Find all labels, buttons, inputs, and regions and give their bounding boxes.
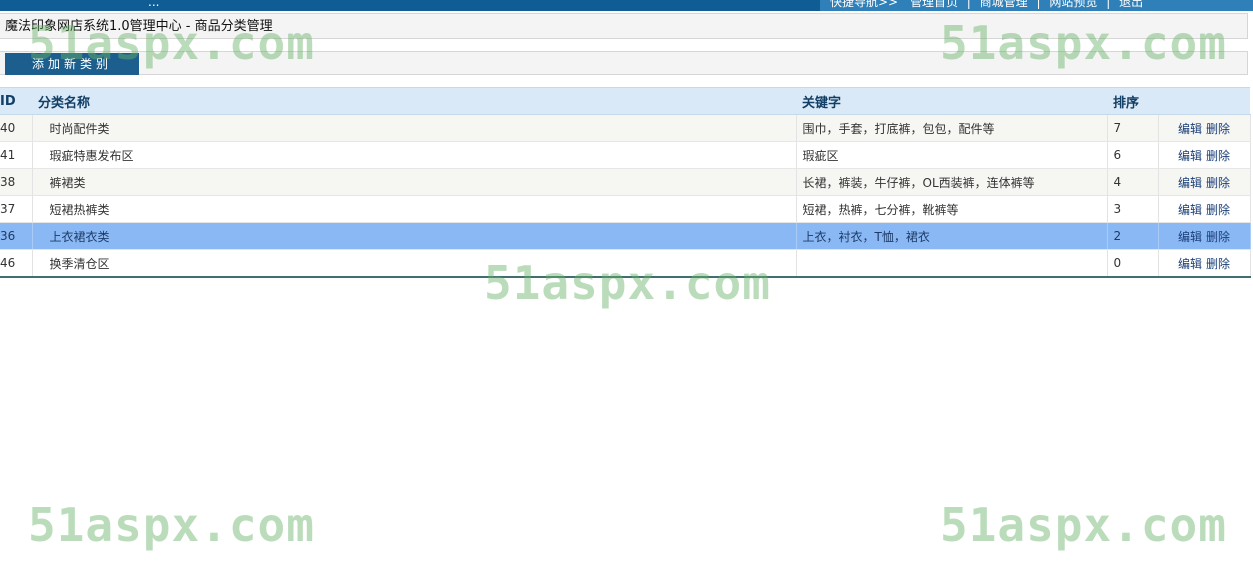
table-row[interactable]: 37 短裙热裤类 短裙，热裤，七分裤，靴裤等 3 编辑 删除 <box>0 195 1251 223</box>
table-row[interactable]: 38 裤裙类 长裙，裤装，牛仔裤，OL西装裤，连体裤等 4 编辑 删除 <box>0 168 1251 196</box>
delete-link[interactable]: 删除 <box>1206 176 1230 190</box>
cell-keywords: 长裙，裤装，牛仔裤，OL西装裤，连体裤等 <box>796 168 1108 196</box>
cell-id: 41 <box>0 141 33 169</box>
cell-sort: 7 <box>1107 114 1159 142</box>
table-row[interactable]: 41 瑕疵特惠发布区 瑕疵区 6 编辑 删除 <box>0 141 1251 169</box>
top-banner: ... 快捷导航>> 管理首页 | 商城管理 | 网站预览 | 退出 <box>0 0 1253 11</box>
delete-link[interactable]: 删除 <box>1206 257 1230 271</box>
cell-name: 短裙热裤类 <box>32 195 797 223</box>
edit-link[interactable]: 编辑 <box>1178 257 1202 271</box>
delete-link[interactable]: 删除 <box>1206 122 1230 136</box>
cell-actions: 编辑 删除 <box>1158 249 1251 278</box>
cell-actions: 编辑 删除 <box>1158 222 1251 250</box>
cell-id: 40 <box>0 114 33 142</box>
cell-keywords: 上衣，衬衣，T恤，裙衣 <box>796 222 1108 250</box>
nav-separator: | <box>966 0 971 9</box>
cell-keywords: 短裙，热裤，七分裤，靴裤等 <box>796 195 1108 223</box>
edit-link[interactable]: 编辑 <box>1178 230 1202 244</box>
column-header-actions <box>1158 87 1250 115</box>
action-bar: 添加新类别 <box>0 51 1248 75</box>
cell-name: 裤裙类 <box>32 168 797 196</box>
cell-id: 37 <box>0 195 33 223</box>
cell-name: 换季清仓区 <box>32 249 797 278</box>
delete-link[interactable]: 删除 <box>1206 149 1230 163</box>
delete-link[interactable]: 删除 <box>1206 203 1230 217</box>
cell-sort: 2 <box>1107 222 1159 250</box>
cell-sort: 4 <box>1107 168 1159 196</box>
banner-text: ... <box>148 0 160 9</box>
page-title: 魔法印象网店系统1.0管理中心 - 商品分类管理 <box>0 13 1248 39</box>
cell-actions: 编辑 删除 <box>1158 114 1251 142</box>
table-row[interactable]: 40 时尚配件类 围巾，手套，打底裤，包包，配件等 7 编辑 删除 <box>0 114 1251 142</box>
cell-sort: 0 <box>1107 249 1159 278</box>
nav-link-shop-admin[interactable]: 商城管理 <box>980 0 1028 9</box>
column-header-name: 分类名称 <box>32 87 796 115</box>
cell-actions: 编辑 删除 <box>1158 141 1251 169</box>
cell-name: 瑕疵特惠发布区 <box>32 141 797 169</box>
table-row-selected[interactable]: 36 上衣裙衣类 上衣，衬衣，T恤，裙衣 2 编辑 删除 <box>0 222 1251 250</box>
edit-link[interactable]: 编辑 <box>1178 149 1202 163</box>
edit-link[interactable]: 编辑 <box>1178 122 1202 136</box>
nav-link-site-preview[interactable]: 网站预览 <box>1049 0 1097 9</box>
cell-sort: 3 <box>1107 195 1159 223</box>
cell-id: 46 <box>0 249 33 278</box>
column-header-keywords: 关键字 <box>796 87 1107 115</box>
add-category-button[interactable]: 添加新类别 <box>5 53 139 75</box>
cell-keywords: 瑕疵区 <box>796 141 1108 169</box>
nav-link-logout[interactable]: 退出 <box>1119 0 1143 9</box>
cell-actions: 编辑 删除 <box>1158 195 1251 223</box>
cell-actions: 编辑 删除 <box>1158 168 1251 196</box>
column-header-sort: 排序 <box>1107 87 1158 115</box>
quick-nav: 快捷导航>> 管理首页 | 商城管理 | 网站预览 | 退出 <box>820 0 1253 11</box>
column-header-id: ID <box>0 87 32 115</box>
delete-link[interactable]: 删除 <box>1206 230 1230 244</box>
nav-separator: | <box>1106 0 1111 9</box>
cell-name: 上衣裙衣类 <box>32 222 797 250</box>
nav-link-admin-home[interactable]: 管理首页 <box>910 0 958 9</box>
table-row[interactable]: 46 换季清仓区 0 编辑 删除 <box>0 249 1251 278</box>
cell-sort: 6 <box>1107 141 1159 169</box>
cell-id: 36 <box>0 222 33 250</box>
watermark: 51aspx.com <box>940 498 1227 552</box>
category-table: ID 分类名称 关键字 排序 40 时尚配件类 围巾，手套，打底裤，包包，配件等… <box>0 87 1251 278</box>
cell-keywords <box>796 249 1108 278</box>
cell-name: 时尚配件类 <box>32 114 797 142</box>
edit-link[interactable]: 编辑 <box>1178 203 1202 217</box>
nav-separator: | <box>1036 0 1041 9</box>
edit-link[interactable]: 编辑 <box>1178 176 1202 190</box>
cell-keywords: 围巾，手套，打底裤，包包，配件等 <box>796 114 1108 142</box>
quick-nav-label: 快捷导航>> <box>830 0 899 9</box>
cell-id: 38 <box>0 168 33 196</box>
table-header-row: ID 分类名称 关键字 排序 <box>0 87 1250 115</box>
watermark: 51aspx.com <box>28 498 315 552</box>
